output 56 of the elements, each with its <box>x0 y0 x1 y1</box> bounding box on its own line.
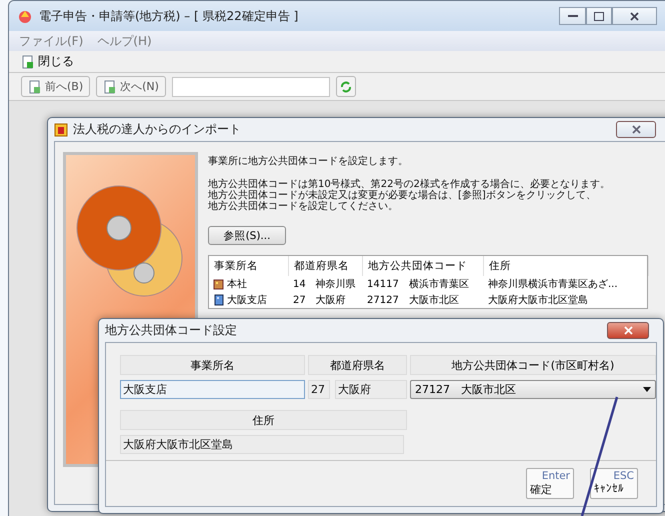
next-button[interactable]: 次へ(N) <box>96 76 166 97</box>
cell-text: 14117 横浜市青葉区 <box>367 278 469 291</box>
dialog-title: 法人税の達人からのインポート <box>73 121 241 138</box>
code-dropdown[interactable]: 27127 大阪市北区 <box>410 380 656 399</box>
minimize-icon <box>568 14 578 18</box>
column-header[interactable]: 事業所名 <box>209 256 289 276</box>
office-field[interactable]: 大阪支店 <box>120 380 305 399</box>
menu-item[interactable]: ファイル(F) <box>19 32 84 50</box>
prev-button[interactable]: 前へ(B) <box>21 76 90 97</box>
close-tool-button[interactable]: 閉じる <box>21 53 74 70</box>
document-close-icon <box>21 54 35 68</box>
dialog-button[interactable]: Enter 確定 <box>526 468 574 499</box>
code-label: 地方公共団体コード(市区町村名) <box>410 355 656 375</box>
dropdown-caret-icon <box>643 387 651 392</box>
address-label: 住所 <box>120 410 407 430</box>
close-button[interactable] <box>612 7 657 25</box>
cell-text: 大阪支店 <box>227 294 267 307</box>
dialog-button[interactable]: ESC ｷｬﾝｾﾙ <box>590 468 638 499</box>
dialog-title: 地方公共団体コード設定 <box>105 322 237 339</box>
code-value: 27127 大阪市北区 <box>415 382 516 397</box>
building-icon <box>213 294 225 306</box>
close-icon <box>624 326 632 335</box>
app-icon <box>54 122 68 136</box>
building-icon <box>213 278 225 290</box>
description-text: 地方公共団体コードは第10号様式、第22号の2様式を作成する場合に、必要となります。 地方公共団体コードが未設定又は変更が必要な場合は、[参照]ボタンをクリックして、 地方公共団体コードを設定してください。 <box>208 179 611 212</box>
close-icon <box>630 12 639 20</box>
page-field[interactable] <box>172 76 330 96</box>
refresh-icon <box>338 80 353 94</box>
prefecture-code-field[interactable]: 27 <box>308 380 330 399</box>
document-prev-icon <box>28 80 42 94</box>
cell-text: 27 大阪府 <box>293 294 346 307</box>
prefecture-name-field[interactable]: 大阪府 <box>335 380 407 399</box>
column-header[interactable]: 住所 <box>484 256 649 276</box>
cell-text: 神奈川県横浜市青葉区あざ... <box>488 278 618 291</box>
minimize-button[interactable] <box>559 7 586 25</box>
cell-text: 本社 <box>227 278 247 291</box>
cell-text: 14 神奈川県 <box>293 278 356 291</box>
prefecture-label: 都道府県名 <box>308 355 407 375</box>
window-title: 電子申告・申請等(地方税) – [ 県税22確定申告 ] <box>39 8 298 24</box>
document-next-icon <box>103 80 118 94</box>
maximize-icon <box>594 12 604 20</box>
address-field[interactable]: 大阪府大阪市北区堂島 <box>120 435 404 454</box>
close-icon <box>632 125 640 134</box>
browse-button[interactable]: 参照(S)... <box>208 226 286 245</box>
column-header[interactable]: 地方公共団体コード <box>363 256 484 276</box>
column-header[interactable]: 都道府県名 <box>289 256 363 276</box>
cell-text: 27127 大阪市北区 <box>367 294 459 307</box>
close-button[interactable] <box>616 121 656 138</box>
close-button[interactable] <box>607 322 649 339</box>
intro-text: 事業所に地方公共団体コードを設定します。 <box>208 156 409 167</box>
app-icon <box>17 8 33 24</box>
maximize-button[interactable] <box>586 7 612 25</box>
office-label: 事業所名 <box>120 355 305 375</box>
refresh-button[interactable] <box>336 76 356 97</box>
menu-item[interactable]: ヘルプ(H) <box>97 32 152 50</box>
cell-text: 大阪府大阪市北区堂島 <box>488 294 588 307</box>
